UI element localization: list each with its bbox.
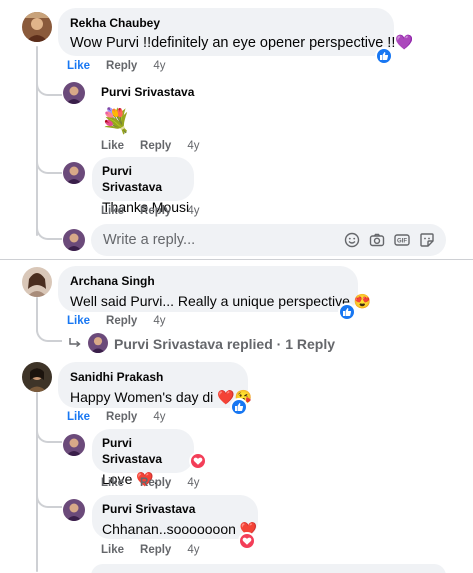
replied-name: Purvi Srivastava replied [114, 336, 273, 352]
love-reaction-icon[interactable] [189, 452, 207, 470]
thread-elbow [36, 318, 62, 342]
comment-text: Happy Women's day di ❤️😘 [70, 389, 253, 405]
reply-button[interactable]: Reply [106, 411, 137, 423]
reply-placeholder: Write a reply... [103, 232, 196, 248]
like-reaction-icon[interactable] [230, 398, 248, 416]
like-button[interactable]: Like [101, 140, 124, 152]
emoji-icon[interactable] [344, 232, 360, 248]
like-button[interactable]: Like [67, 315, 90, 327]
reply-button[interactable]: Reply [140, 544, 171, 556]
reply-actions: Like Reply 4y [101, 543, 200, 557]
comment-author[interactable]: Archana Singh [70, 273, 346, 289]
reply-author[interactable]: Purvi Srivastava [102, 163, 184, 195]
reply-button[interactable]: Reply [140, 140, 171, 152]
like-reaction-icon[interactable] [338, 303, 356, 321]
comment-actions: Like Reply 4y [67, 410, 166, 424]
reply-author[interactable]: Purvi Srivastava [101, 84, 194, 100]
reply-bubble: Purvi Srivastava Chhanan..sooooooon ❤️ [92, 495, 258, 539]
comment-bubble: Archana Singh Well said Purvi... Really … [58, 266, 372, 312]
reply-actions: Like Reply 4y [101, 476, 200, 490]
comment-author[interactable]: Rekha Chaubey [70, 15, 382, 31]
view-replies-link[interactable]: Purvi Srivastava replied · 1 Reply [114, 336, 335, 352]
timestamp[interactable]: 4y [187, 477, 199, 489]
timestamp[interactable]: 4y [153, 315, 165, 327]
comment-author[interactable]: Sanidhi Prakash [70, 369, 236, 385]
reply-bubble: Purvi Srivastava Thanks Mousi [92, 157, 194, 215]
reply-actions: Like Reply 4y [101, 204, 200, 218]
thread-elbow [36, 62, 62, 96]
like-button[interactable]: Like [101, 477, 124, 489]
avatar[interactable] [22, 12, 52, 42]
reply-button[interactable]: Reply [140, 477, 171, 489]
reply-button[interactable]: Reply [106, 315, 137, 327]
thread-elbow [36, 415, 62, 443]
avatar [63, 229, 85, 251]
reply-arrow-icon [68, 336, 82, 350]
thread-elbow [36, 478, 62, 508]
timestamp[interactable]: 4y [187, 544, 199, 556]
reply-count: · 1 Reply [276, 336, 336, 352]
thread-elbow [36, 214, 62, 240]
comment-text: Wow Purvi !!definitely an eye opener per… [70, 35, 414, 51]
comment-actions: Like Reply 4y [67, 314, 166, 328]
reply-actions: Like Reply 4y [101, 139, 200, 153]
sticker-icon[interactable] [419, 232, 435, 248]
comment-bubble: Rekha Chaubey Wow Purvi !!definitely an … [58, 8, 414, 56]
avatar [88, 333, 108, 353]
reply-author[interactable]: Purvi Srivastava [102, 435, 184, 467]
svg-text:GIF: GIF [397, 239, 407, 245]
reply-bubble: Purvi Srivastava Love ❤️. [92, 429, 194, 487]
reply-button[interactable]: Reply [140, 205, 171, 217]
reply-input-partial [91, 564, 446, 573]
reply-content: Purvi Srivastava 💐 [101, 84, 194, 138]
like-reaction-icon[interactable] [375, 47, 393, 65]
timestamp[interactable]: 4y [187, 140, 199, 152]
avatar[interactable] [63, 162, 85, 184]
avatar[interactable] [63, 82, 85, 104]
reply-button[interactable]: Reply [106, 60, 137, 72]
gif-icon[interactable]: GIF [394, 232, 410, 248]
timestamp[interactable]: 4y [153, 411, 165, 423]
reply-input[interactable]: Write a reply... GIF [91, 224, 446, 256]
comment-bubble: Sanidhi Prakash Happy Women's day di ❤️😘 [58, 362, 253, 408]
love-reaction-icon[interactable] [238, 532, 256, 550]
like-button[interactable]: Like [67, 60, 90, 72]
camera-icon[interactable] [369, 232, 385, 248]
comment-text: Well said Purvi... Really a unique persp… [70, 293, 372, 309]
avatar[interactable] [63, 499, 85, 521]
reply-author[interactable]: Purvi Srivastava [102, 501, 248, 517]
comment-actions: Like Reply 4y [67, 59, 166, 73]
comment-divider [0, 259, 473, 260]
bouquet-sticker: 💐 [101, 108, 131, 135]
like-button[interactable]: Like [67, 411, 90, 423]
like-button[interactable]: Like [101, 544, 124, 556]
avatar[interactable] [63, 434, 85, 456]
avatar[interactable] [22, 362, 52, 392]
thread-elbow [36, 150, 62, 174]
like-button[interactable]: Like [101, 205, 124, 217]
reply-text: Chhanan..sooooooon ❤️ [102, 521, 258, 537]
avatar[interactable] [22, 267, 52, 297]
timestamp[interactable]: 4y [187, 205, 199, 217]
timestamp[interactable]: 4y [153, 60, 165, 72]
